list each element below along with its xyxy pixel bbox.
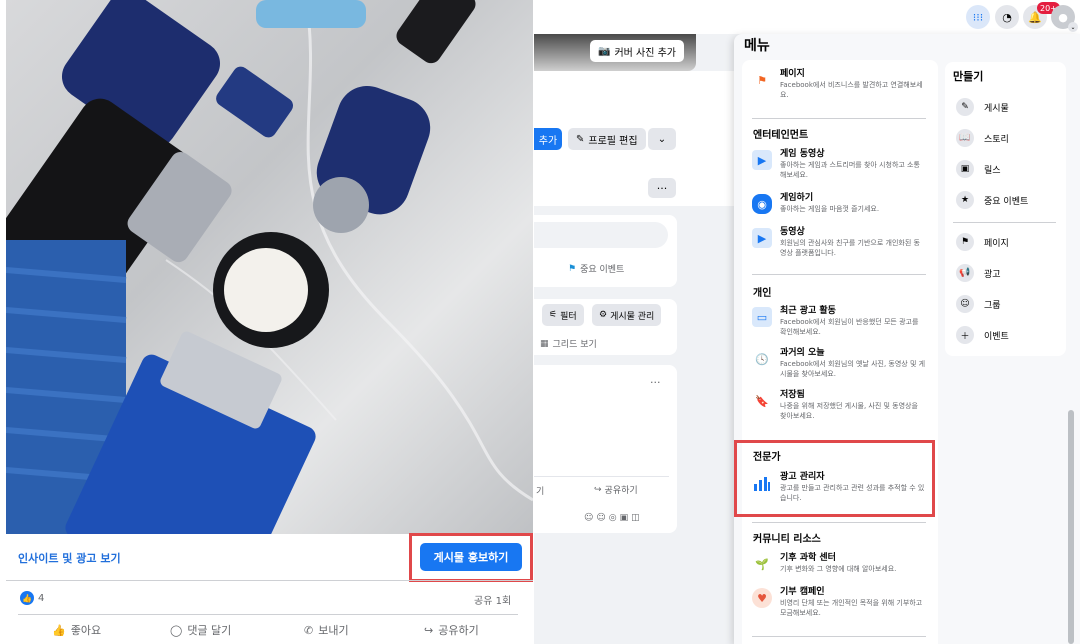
- ads-manager-highlight: [734, 440, 935, 517]
- divider: [752, 636, 926, 637]
- grid-icon: ▦: [540, 338, 549, 349]
- grid-dots-icon: ⁝⁝⁝: [972, 10, 984, 24]
- menu-item-recent-ad-activity[interactable]: ▭ 최근 광고 활동 Facebook에서 회원님이 반응했던 모든 광고를 확…: [752, 305, 932, 337]
- share-icon: ↪: [594, 484, 602, 495]
- menu-title: 메뉴: [744, 38, 770, 54]
- flag-icon: ⚑: [956, 233, 974, 251]
- comment-button[interactable]: ◯ 댓글 달기: [170, 619, 231, 641]
- menu-item-gaming-video[interactable]: ▶ 게임 동영상 좋아하는 게임과 스트리머를 찾아 시청하고 소통해보세요.: [752, 148, 932, 180]
- comment-button-partial[interactable]: 기: [536, 484, 544, 497]
- post-options-button[interactable]: ···: [650, 376, 661, 389]
- like-count: 4: [38, 592, 45, 604]
- send-button[interactable]: ✆ 보내기: [304, 619, 349, 641]
- book-icon: 📖: [956, 129, 974, 147]
- menu-scrollbar[interactable]: [1068, 410, 1074, 644]
- menu-item-video[interactable]: ▶ 동영상 회원님의 관심사와 친구를 기반으로 개인화된 동영상 플랫폼입니다…: [752, 226, 932, 258]
- gaming-video-icon: ▶: [752, 150, 772, 170]
- product-photo-illustration: [6, 0, 533, 534]
- view-insights-and-ads-link[interactable]: 인사이트 및 광고 보기: [18, 550, 121, 566]
- divider: [6, 580, 533, 581]
- account-chevron-icon: ⌄: [1068, 22, 1078, 32]
- filter-icon: ⚟: [549, 310, 558, 320]
- boost-post-button[interactable]: 게시물 홍보하기: [420, 543, 522, 571]
- share-button[interactable]: ↪ 공유하기: [424, 619, 479, 641]
- edit-icon: ✎: [956, 98, 974, 116]
- chevron-down-icon: ⌄: [657, 133, 667, 145]
- create-ad[interactable]: 📢 광고: [956, 264, 1001, 282]
- messenger-button[interactable]: ◔: [995, 5, 1019, 29]
- flag-icon: ⚑: [568, 263, 577, 274]
- apps-menu-button[interactable]: ⁝⁝⁝: [966, 5, 990, 29]
- thumbs-up-icon: 👍: [52, 623, 66, 637]
- like-button[interactable]: 👍 좋아요: [52, 619, 101, 641]
- manage-posts-button[interactable]: ⚙ 게시물 관리: [592, 304, 662, 326]
- gear-icon: ⚙: [599, 310, 608, 320]
- create-reels[interactable]: ▣ 릴스: [956, 160, 1001, 178]
- profile-more-dropdown[interactable]: ⌄: [648, 128, 676, 150]
- create-story[interactable]: 📖 스토리: [956, 129, 1009, 147]
- divider: [953, 222, 1056, 223]
- reels-icon: ▣: [956, 160, 974, 178]
- menu-item-saved[interactable]: 🔖 저장됨 나중을 위해 저장했던 게시물, 사진 및 동영상을 찾아보세요.: [752, 389, 932, 421]
- megaphone-icon: 📢: [956, 264, 974, 282]
- menu-item-climate-center[interactable]: 🌱 기후 과학 센터 기후 변화와 그 영향에 대해 알아보세요.: [752, 552, 932, 574]
- heart-icon: ♥: [752, 588, 772, 608]
- menu-item-fundraisers[interactable]: ♥ 기부 캠페인 비영리 단체 또는 개인적인 목적을 위해 기부하고 모금해보…: [752, 586, 932, 618]
- feed-post-card: [534, 365, 677, 533]
- create-group[interactable]: ☺ 그룹: [956, 295, 1001, 313]
- bookmark-icon: 🔖: [755, 394, 769, 408]
- profile-tabs-more-button[interactable]: ···: [648, 178, 676, 198]
- gamepad-icon: ◉: [752, 194, 772, 214]
- camera-icon: 📷: [598, 45, 611, 57]
- calendar-icon: ＋: [956, 326, 974, 344]
- comment-icon: ◯: [170, 623, 183, 637]
- user-icon: ●: [1058, 10, 1068, 24]
- messenger-icon: ◔: [1002, 10, 1012, 24]
- divider: [534, 476, 669, 477]
- create-life-event[interactable]: ★ 중요 이벤트: [956, 191, 1028, 209]
- menu-item-pages[interactable]: ⚑ 페이지 Facebook에서 비즈니스를 발견하고 연결해보세요.: [752, 68, 932, 100]
- section-personal: 개인: [753, 288, 772, 299]
- share-icon: ↪: [424, 623, 434, 637]
- flag-icon: ⚑: [757, 73, 767, 87]
- section-community-resources: 커뮤니티 리소스: [753, 534, 821, 545]
- pencil-icon: ✎: [576, 133, 585, 145]
- share-count[interactable]: 공유 1회: [474, 592, 511, 607]
- star-icon: ★: [956, 191, 974, 209]
- filter-button[interactable]: ⚟ 필터: [542, 304, 584, 326]
- comment-input-icons: ☺☺◎▣◫: [584, 513, 643, 523]
- edit-profile-button[interactable]: ✎ 프로필 편집: [568, 128, 646, 150]
- menu-item-play-games[interactable]: ◉ 게임하기 좋아하는 게임을 마음껏 즐기세요.: [752, 192, 932, 214]
- divider: [18, 614, 518, 615]
- create-title: 만들기: [953, 70, 984, 83]
- menu-item-memories[interactable]: 🕓 과거의 오늘 Facebook에서 회원님의 옛날 사진, 동영상 및 게시…: [752, 347, 932, 379]
- ad-activity-icon: ▭: [752, 307, 772, 327]
- whats-on-your-mind-input[interactable]: [534, 222, 668, 248]
- important-event-button[interactable]: ⚑ 중요 이벤트: [568, 262, 624, 276]
- climate-plant-icon: 🌱: [755, 557, 769, 571]
- video-icon: ▶: [752, 228, 772, 248]
- post-photo[interactable]: [6, 0, 533, 534]
- section-entertainment: 엔터테인먼트: [753, 130, 809, 141]
- create-page[interactable]: ⚑ 페이지: [956, 233, 1009, 251]
- divider: [752, 274, 926, 275]
- divider: [752, 118, 926, 119]
- clock-icon: 🕓: [755, 352, 769, 366]
- add-cover-photo-button[interactable]: 📷 커버 사진 추가: [590, 40, 685, 62]
- add-to-story-button[interactable]: 추가: [534, 128, 562, 150]
- group-icon: ☺: [956, 295, 974, 313]
- reaction-summary[interactable]: 👍 4: [20, 591, 44, 605]
- divider: [752, 522, 926, 523]
- grid-view-tab[interactable]: ▦ 그리드 보기: [540, 337, 597, 351]
- whatsapp-icon: ✆: [304, 623, 314, 637]
- create-post[interactable]: ✎ 게시물: [956, 98, 1009, 116]
- like-reaction-icon: 👍: [20, 591, 34, 605]
- create-event[interactable]: ＋ 이벤트: [956, 326, 1009, 344]
- feed-share-button[interactable]: ↪ 공유하기: [594, 483, 638, 497]
